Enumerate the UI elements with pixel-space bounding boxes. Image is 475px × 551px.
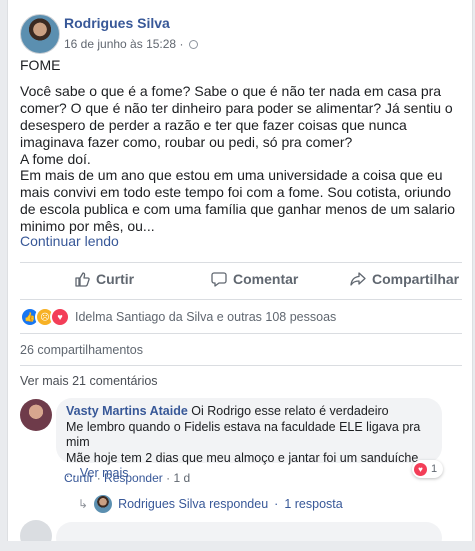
- shares-count[interactable]: 26 compartilhamentos: [20, 343, 143, 357]
- comment-age[interactable]: 1 d: [173, 471, 190, 485]
- link-separator: ·: [166, 471, 171, 485]
- comment-label: Comentar: [233, 271, 299, 287]
- comment-links: Curtir · Responder · 1 d: [64, 471, 190, 485]
- post-action-bar: Curtir Comentar Compartilhar: [20, 262, 462, 300]
- post-title-line: FOME: [20, 57, 61, 73]
- reply-separator: ·: [274, 497, 279, 511]
- replies-summary[interactable]: ↳ Rodrigues Silva respondeu · 1 resposta: [78, 495, 343, 513]
- commenter-avatar[interactable]: [20, 399, 52, 431]
- share-arrow-icon: [350, 272, 366, 286]
- comment-reaction-count: 1: [431, 463, 438, 475]
- globe-icon[interactable]: [188, 40, 198, 49]
- continue-reading-link[interactable]: Continuar lendo: [20, 233, 119, 249]
- reactions-text: Idelma Santiago da Silva e outras 108 pe…: [75, 310, 337, 324]
- comment-line: Me lembro quando o Fidelis estava na fac…: [66, 419, 421, 450]
- comment-reaction-badge[interactable]: ♥ 1: [412, 460, 444, 478]
- comment-author[interactable]: Vasty Martins Ataide: [66, 404, 188, 418]
- comment-line: Mãe hoje tem 2 dias que meu almoço e jan…: [66, 450, 419, 465]
- post-meta: 16 de junho às 15:28 ·: [64, 37, 198, 51]
- share-label: Compartilhar: [372, 271, 460, 287]
- post-paragraph: Em mais de um ano que estou em uma unive…: [20, 167, 456, 235]
- comment-button[interactable]: Comentar: [211, 271, 298, 287]
- reply-arrow-icon: ↳: [78, 497, 89, 511]
- divider: [20, 333, 462, 334]
- post-timestamp[interactable]: 16 de junho às 15:28: [64, 37, 176, 51]
- comment-bubble: Vasty Martins Ataide Oi Rodrigo esse rel…: [56, 398, 442, 480]
- reactions-summary[interactable]: 👍 ☹ ♥ Idelma Santiago da Silva e outras …: [20, 307, 336, 327]
- post-body: FOME Você sabe o que é a fome? Sabe o qu…: [20, 57, 462, 235]
- post-card: Rodrigues Silva 16 de junho às 15:28 · F…: [7, 0, 473, 551]
- meta-separator: ·: [179, 37, 184, 51]
- replier-text: Rodrigues Silva respondeu: [118, 497, 269, 511]
- like-button[interactable]: Curtir: [74, 271, 134, 287]
- comment-reply-link[interactable]: Responder: [104, 471, 163, 485]
- reply-count: 1 resposta: [284, 497, 343, 511]
- post-line: A fome doí.: [20, 150, 91, 167]
- love-icon: ♥: [50, 307, 70, 327]
- comment-line: Oi Rodrigo esse relato é verdadeiro: [191, 404, 389, 418]
- divider: [20, 365, 462, 366]
- author-avatar[interactable]: [20, 14, 60, 54]
- share-button[interactable]: Compartilhar: [350, 271, 459, 287]
- like-label: Curtir: [96, 271, 135, 287]
- thumbs-up-icon: [75, 272, 90, 287]
- page-bottom-edge: [0, 541, 475, 551]
- link-separator: ·: [96, 471, 101, 485]
- view-more-comments-link[interactable]: Ver mais 21 comentários: [20, 374, 158, 388]
- post-paragraph: Você sabe o que é a fome? Sabe o que é n…: [20, 82, 453, 150]
- love-icon: ♥: [414, 462, 427, 476]
- post-author[interactable]: Rodrigues Silva: [64, 15, 170, 31]
- replier-avatar: [94, 495, 113, 513]
- comment-icon: [211, 272, 227, 287]
- comment-like-link[interactable]: Curtir: [64, 471, 93, 485]
